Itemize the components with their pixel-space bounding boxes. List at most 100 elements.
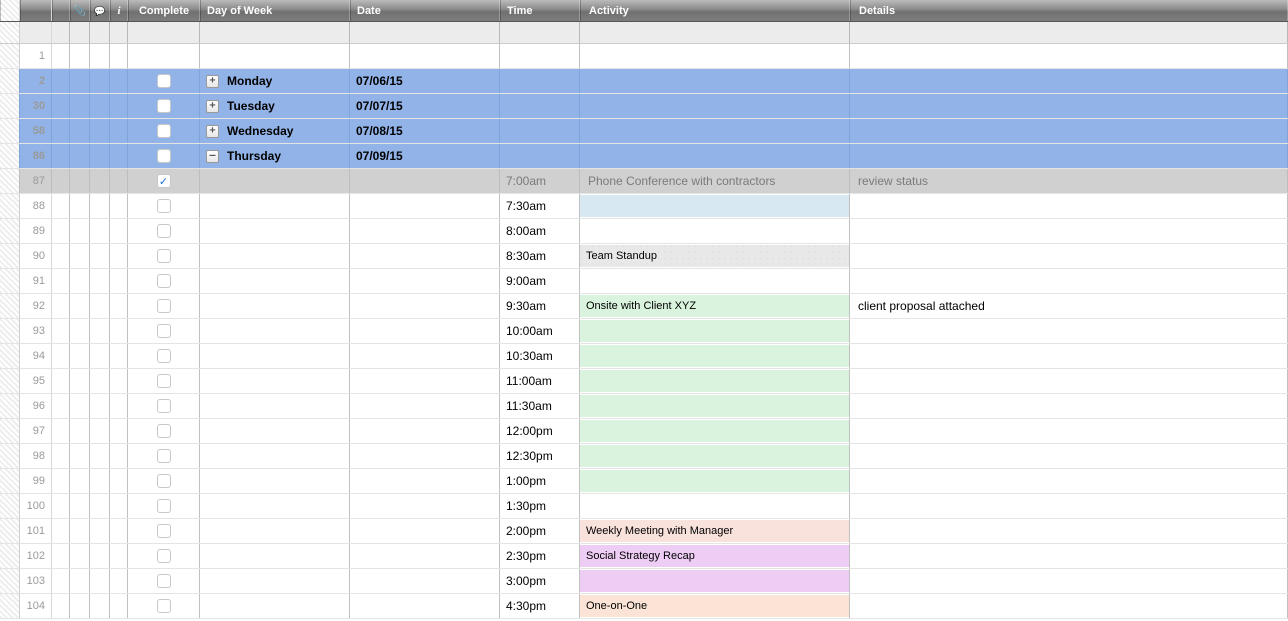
cell-time[interactable]: 12:00pm xyxy=(500,419,580,443)
cell-date[interactable]: 07/06/15 xyxy=(350,69,500,93)
cell-date[interactable] xyxy=(350,394,500,418)
cell-blank[interactable] xyxy=(52,444,70,468)
cell-time[interactable] xyxy=(500,144,580,168)
row-handle[interactable] xyxy=(0,169,20,193)
table-row[interactable]: 1001:30pm xyxy=(0,494,1288,519)
cell-info[interactable] xyxy=(110,494,128,518)
cell-complete[interactable] xyxy=(128,269,200,293)
row-handle[interactable] xyxy=(0,94,20,118)
cell-comment[interactable] xyxy=(90,294,110,318)
cell-attachment[interactable] xyxy=(70,319,90,343)
cell-attachment[interactable] xyxy=(70,94,90,118)
cell-date[interactable] xyxy=(350,419,500,443)
cell-comment[interactable] xyxy=(90,394,110,418)
cell-date[interactable] xyxy=(350,544,500,568)
cell-activity[interactable] xyxy=(580,194,850,218)
activity-block[interactable] xyxy=(580,195,849,217)
cell-complete[interactable] xyxy=(128,294,200,318)
cell-time[interactable]: 12:30pm xyxy=(500,444,580,468)
cell-activity[interactable]: Team Standup xyxy=(580,244,850,268)
cell-complete[interactable] xyxy=(128,494,200,518)
table-row[interactable]: 919:00am xyxy=(0,269,1288,294)
cell-attachment[interactable] xyxy=(70,294,90,318)
activity-block[interactable] xyxy=(580,395,849,417)
complete-checkbox[interactable] xyxy=(157,399,171,413)
complete-checkbox[interactable] xyxy=(157,274,171,288)
cell-attachment[interactable] xyxy=(70,169,90,193)
cell-comment[interactable] xyxy=(90,144,110,168)
cell-date[interactable] xyxy=(350,194,500,218)
activity-block[interactable] xyxy=(580,445,849,467)
cell-details[interactable] xyxy=(850,244,1288,268)
cell-info[interactable] xyxy=(110,469,128,493)
cell-complete[interactable] xyxy=(128,344,200,368)
cell-activity[interactable] xyxy=(580,394,850,418)
cell-blank[interactable] xyxy=(52,294,70,318)
cell-attachment[interactable] xyxy=(70,444,90,468)
row-handle[interactable] xyxy=(0,144,20,168)
cell-blank[interactable] xyxy=(52,219,70,243)
cell-complete[interactable]: ✓ xyxy=(128,169,200,193)
complete-checkbox[interactable] xyxy=(157,299,171,313)
cell-time[interactable]: 2:30pm xyxy=(500,544,580,568)
table-row[interactable]: 908:30amTeam Standup xyxy=(0,244,1288,269)
cell-activity[interactable]: Phone Conference with contractors xyxy=(580,169,850,193)
cell-complete[interactable] xyxy=(128,319,200,343)
cell-comment[interactable] xyxy=(90,344,110,368)
cell-time[interactable]: 3:00pm xyxy=(500,569,580,593)
table-row[interactable]: 9812:30pm xyxy=(0,444,1288,469)
cell-day[interactable]: +Monday xyxy=(200,69,350,93)
header-attachment[interactable] xyxy=(70,0,90,21)
cell-date[interactable]: 07/07/15 xyxy=(350,94,500,118)
cell-info[interactable] xyxy=(110,294,128,318)
cell-attachment[interactable] xyxy=(70,219,90,243)
table-row[interactable]: 86–Thursday07/09/15 xyxy=(0,144,1288,169)
cell-info[interactable] xyxy=(110,119,128,143)
cell-attachment[interactable] xyxy=(70,494,90,518)
row-handle[interactable] xyxy=(0,244,20,268)
table-row[interactable]: 9410:30am xyxy=(0,344,1288,369)
row-handle[interactable] xyxy=(0,544,20,568)
activity-block[interactable] xyxy=(580,370,849,392)
filter-activity[interactable] xyxy=(580,22,850,43)
cell-blank[interactable] xyxy=(52,194,70,218)
cell-blank[interactable] xyxy=(52,369,70,393)
cell-details[interactable]: client proposal attached xyxy=(850,294,1288,318)
row-handle[interactable] xyxy=(0,319,20,343)
cell-details[interactable] xyxy=(850,419,1288,443)
cell-date[interactable] xyxy=(350,319,500,343)
cell-info[interactable] xyxy=(110,519,128,543)
cell-complete[interactable] xyxy=(128,394,200,418)
cell-blank[interactable] xyxy=(52,269,70,293)
activity-block[interactable] xyxy=(580,345,849,367)
row-handle[interactable] xyxy=(0,569,20,593)
cell-day[interactable] xyxy=(200,194,350,218)
cell-date[interactable] xyxy=(350,444,500,468)
cell-time[interactable]: 10:30am xyxy=(500,344,580,368)
cell-complete[interactable] xyxy=(128,594,200,618)
activity-block[interactable]: One-on-One xyxy=(580,595,849,617)
complete-checkbox[interactable] xyxy=(157,74,171,88)
cell-time[interactable] xyxy=(500,44,580,68)
cell-date[interactable] xyxy=(350,244,500,268)
cell-blank[interactable] xyxy=(52,569,70,593)
cell-activity[interactable] xyxy=(580,419,850,443)
cell-attachment[interactable] xyxy=(70,119,90,143)
cell-date[interactable] xyxy=(350,44,500,68)
row-handle[interactable] xyxy=(0,494,20,518)
complete-checkbox[interactable] xyxy=(157,424,171,438)
table-row[interactable]: 929:30amOnsite with Client XYZclient pro… xyxy=(0,294,1288,319)
cell-info[interactable] xyxy=(110,444,128,468)
cell-time[interactable]: 1:30pm xyxy=(500,494,580,518)
cell-blank[interactable] xyxy=(52,544,70,568)
cell-time[interactable]: 7:00am xyxy=(500,169,580,193)
header-info[interactable]: i xyxy=(110,0,128,21)
cell-complete[interactable] xyxy=(128,419,200,443)
table-row[interactable]: 58+Wednesday07/08/15 xyxy=(0,119,1288,144)
row-handle[interactable] xyxy=(0,519,20,543)
complete-checkbox[interactable] xyxy=(157,499,171,513)
cell-date[interactable] xyxy=(350,169,500,193)
cell-blank[interactable] xyxy=(52,494,70,518)
cell-info[interactable] xyxy=(110,344,128,368)
cell-attachment[interactable] xyxy=(70,419,90,443)
